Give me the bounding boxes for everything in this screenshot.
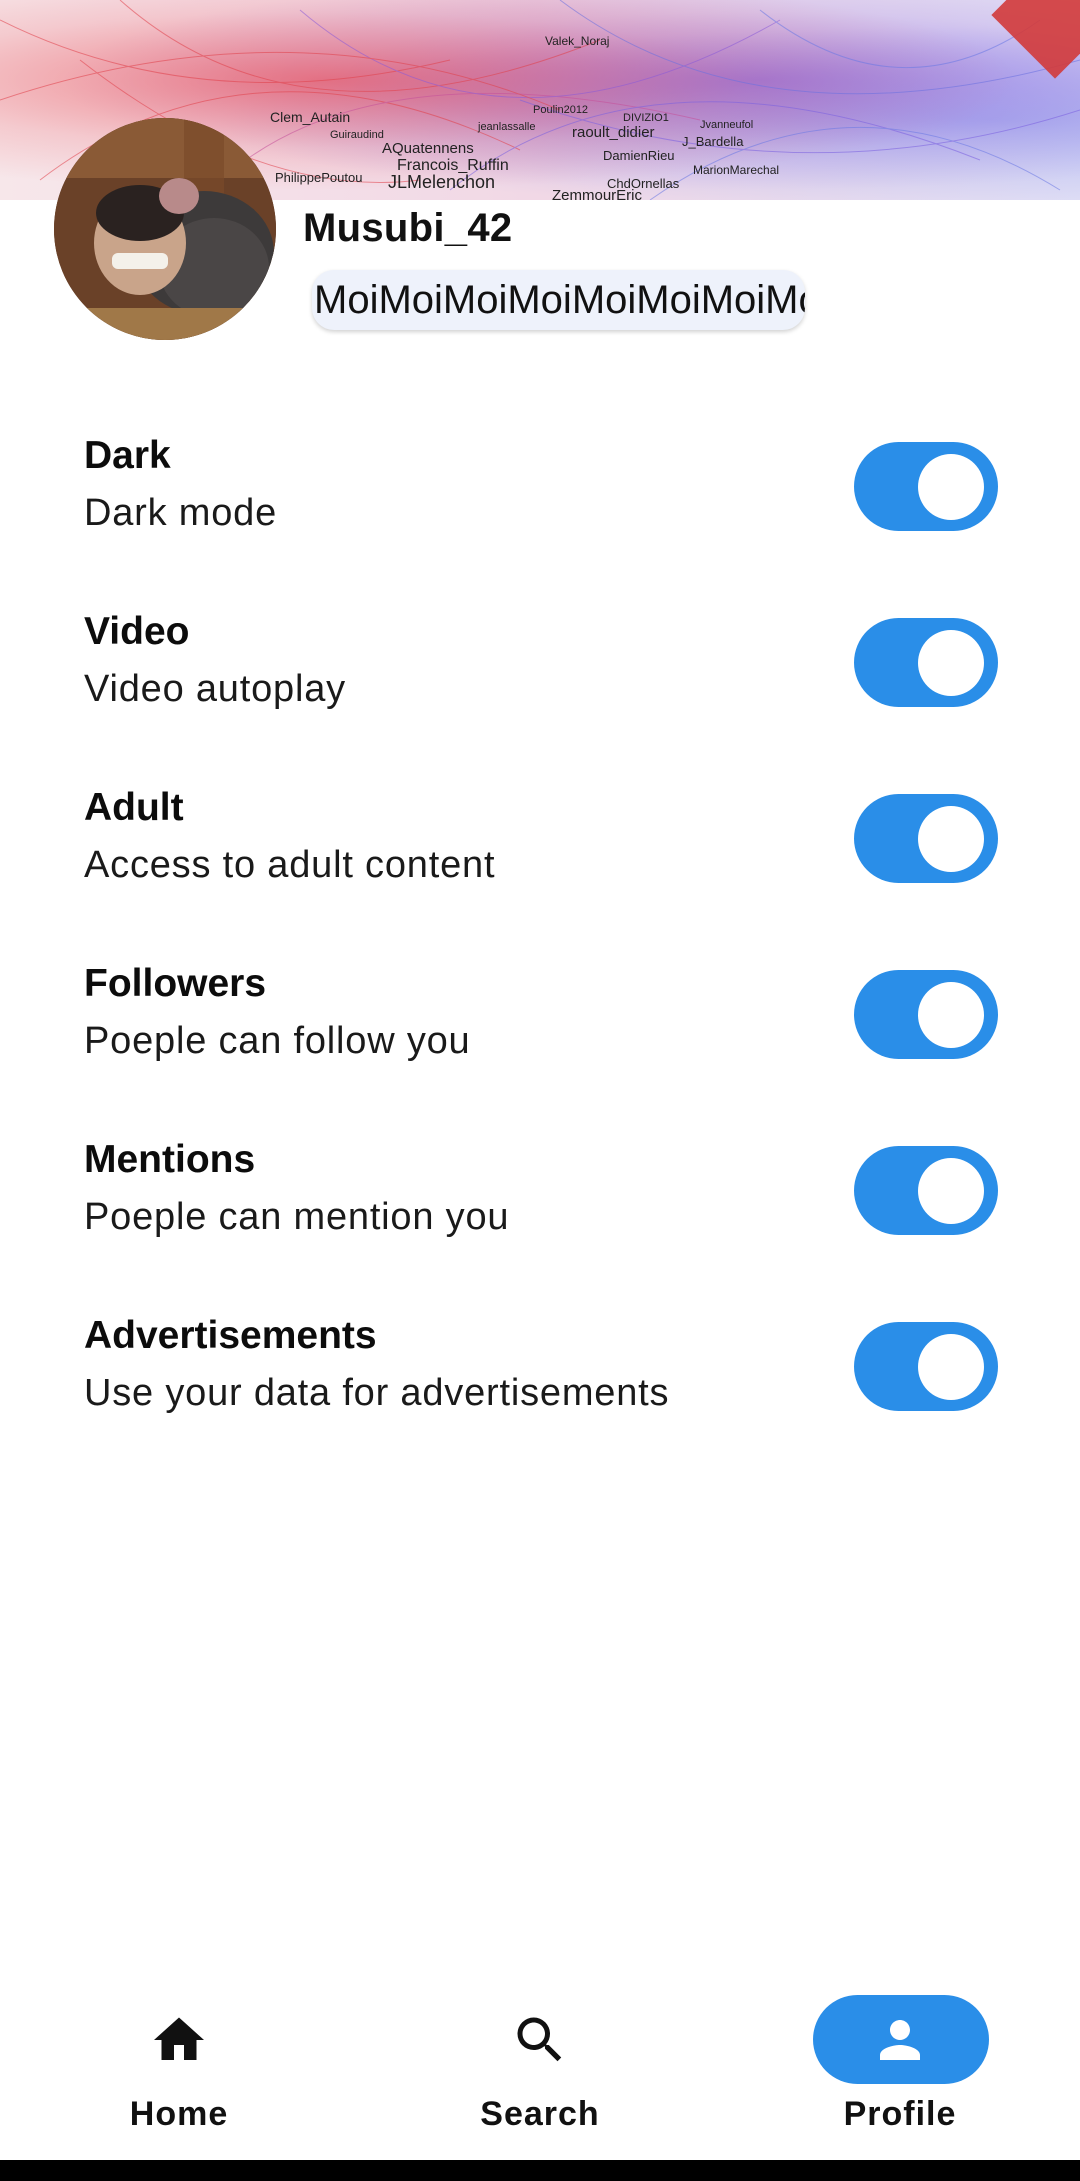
- graph-node-label: ZemmourEric: [552, 187, 643, 200]
- graph-node-label: MarionMarechal: [693, 163, 779, 177]
- toggle-knob: [918, 806, 984, 872]
- bio-chip[interactable]: MoiMoiMoiMoiMoiMoiMoiMoi: [312, 270, 805, 330]
- nav-home-button[interactable]: Home: [59, 1960, 299, 2150]
- settings-list: Dark Dark mode Video Video autoplay Adul…: [84, 414, 998, 1470]
- setting-row-dark: Dark Dark mode: [84, 414, 998, 590]
- graph-node-label: JLMelenchon: [388, 172, 495, 192]
- setting-row-followers: Followers Poeple can follow you: [84, 942, 998, 1118]
- nav-search-button[interactable]: Search: [420, 1960, 660, 2150]
- toggle-knob: [918, 982, 984, 1048]
- setting-row-video: Video Video autoplay: [84, 590, 998, 766]
- bottom-navigation-bar: Home Search Profile: [0, 1960, 1080, 2160]
- person-icon: [880, 2020, 920, 2060]
- setting-title: Adult: [84, 786, 184, 829]
- profile-settings-screen: Valek_Noraj Clem_Autain Guiraudind AQuat…: [0, 0, 1080, 2181]
- username: Musubi_42: [303, 206, 513, 250]
- toggle-knob: [918, 454, 984, 520]
- system-navigation-bar: [0, 2160, 1080, 2181]
- avatar-image: [54, 118, 276, 340]
- setting-subtitle: Use your data for advertisements: [84, 1372, 670, 1414]
- graph-node-label: Clem_Autain: [270, 109, 350, 125]
- dark-mode-toggle[interactable]: [854, 442, 998, 531]
- nav-profile-button[interactable]: Profile: [780, 1960, 1020, 2150]
- nav-search-label: Search: [480, 2095, 600, 2133]
- graph-node-label: Jvanneufol: [700, 119, 753, 131]
- setting-subtitle: Access to adult content: [84, 844, 496, 886]
- home-icon: [154, 2017, 204, 2060]
- adult-content-toggle[interactable]: [854, 794, 998, 883]
- graph-node-label: raoult_didier: [572, 124, 655, 141]
- graph-node-label: J_Bardella: [682, 134, 744, 149]
- graph-node-label: Guiraudind: [330, 129, 384, 141]
- setting-title: Mentions: [84, 1138, 256, 1181]
- setting-subtitle: Poeple can follow you: [84, 1020, 471, 1062]
- setting-subtitle: Video autoplay: [84, 668, 346, 710]
- setting-title: Followers: [84, 962, 267, 1005]
- toggle-knob: [918, 1334, 984, 1400]
- mentions-toggle[interactable]: [854, 1146, 998, 1235]
- toggle-knob: [918, 1158, 984, 1224]
- setting-row-advertisements: Advertisements Use your data for adverti…: [84, 1294, 998, 1470]
- graph-node-label: DIVIZIO1: [623, 112, 669, 124]
- followers-toggle[interactable]: [854, 970, 998, 1059]
- graph-node-label: Valek_Noraj: [545, 34, 609, 48]
- graph-node-label: AQuatennens: [382, 140, 474, 157]
- toggle-knob: [918, 630, 984, 696]
- setting-subtitle: Poeple can mention you: [84, 1196, 510, 1238]
- graph-node-label: PhilippePoutou: [275, 170, 362, 185]
- graph-node-label: jeanlassalle: [477, 121, 535, 133]
- video-autoplay-toggle[interactable]: [854, 618, 998, 707]
- setting-title: Advertisements: [84, 1314, 377, 1357]
- graph-node-label: Poulin2012: [533, 104, 588, 116]
- search-icon: [517, 2017, 562, 2062]
- graph-node-label: DamienRieu: [603, 148, 675, 163]
- advertisements-toggle[interactable]: [854, 1322, 998, 1411]
- setting-title: Video: [84, 610, 190, 653]
- setting-row-mentions: Mentions Poeple can mention you: [84, 1118, 998, 1294]
- setting-row-adult: Adult Access to adult content: [84, 766, 998, 942]
- avatar[interactable]: [54, 118, 276, 340]
- nav-profile-label: Profile: [843, 2095, 957, 2133]
- setting-title: Dark: [84, 434, 171, 477]
- setting-subtitle: Dark mode: [84, 492, 278, 534]
- nav-home-label: Home: [129, 2095, 229, 2133]
